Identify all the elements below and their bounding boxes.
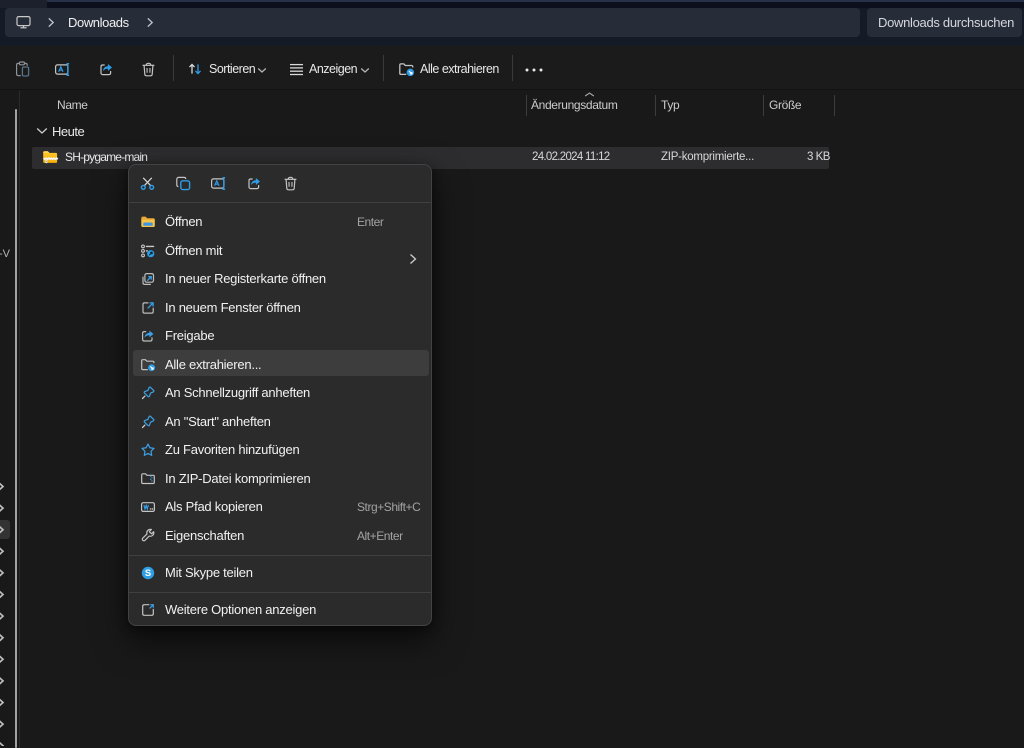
svg-text:S: S	[145, 567, 151, 578]
